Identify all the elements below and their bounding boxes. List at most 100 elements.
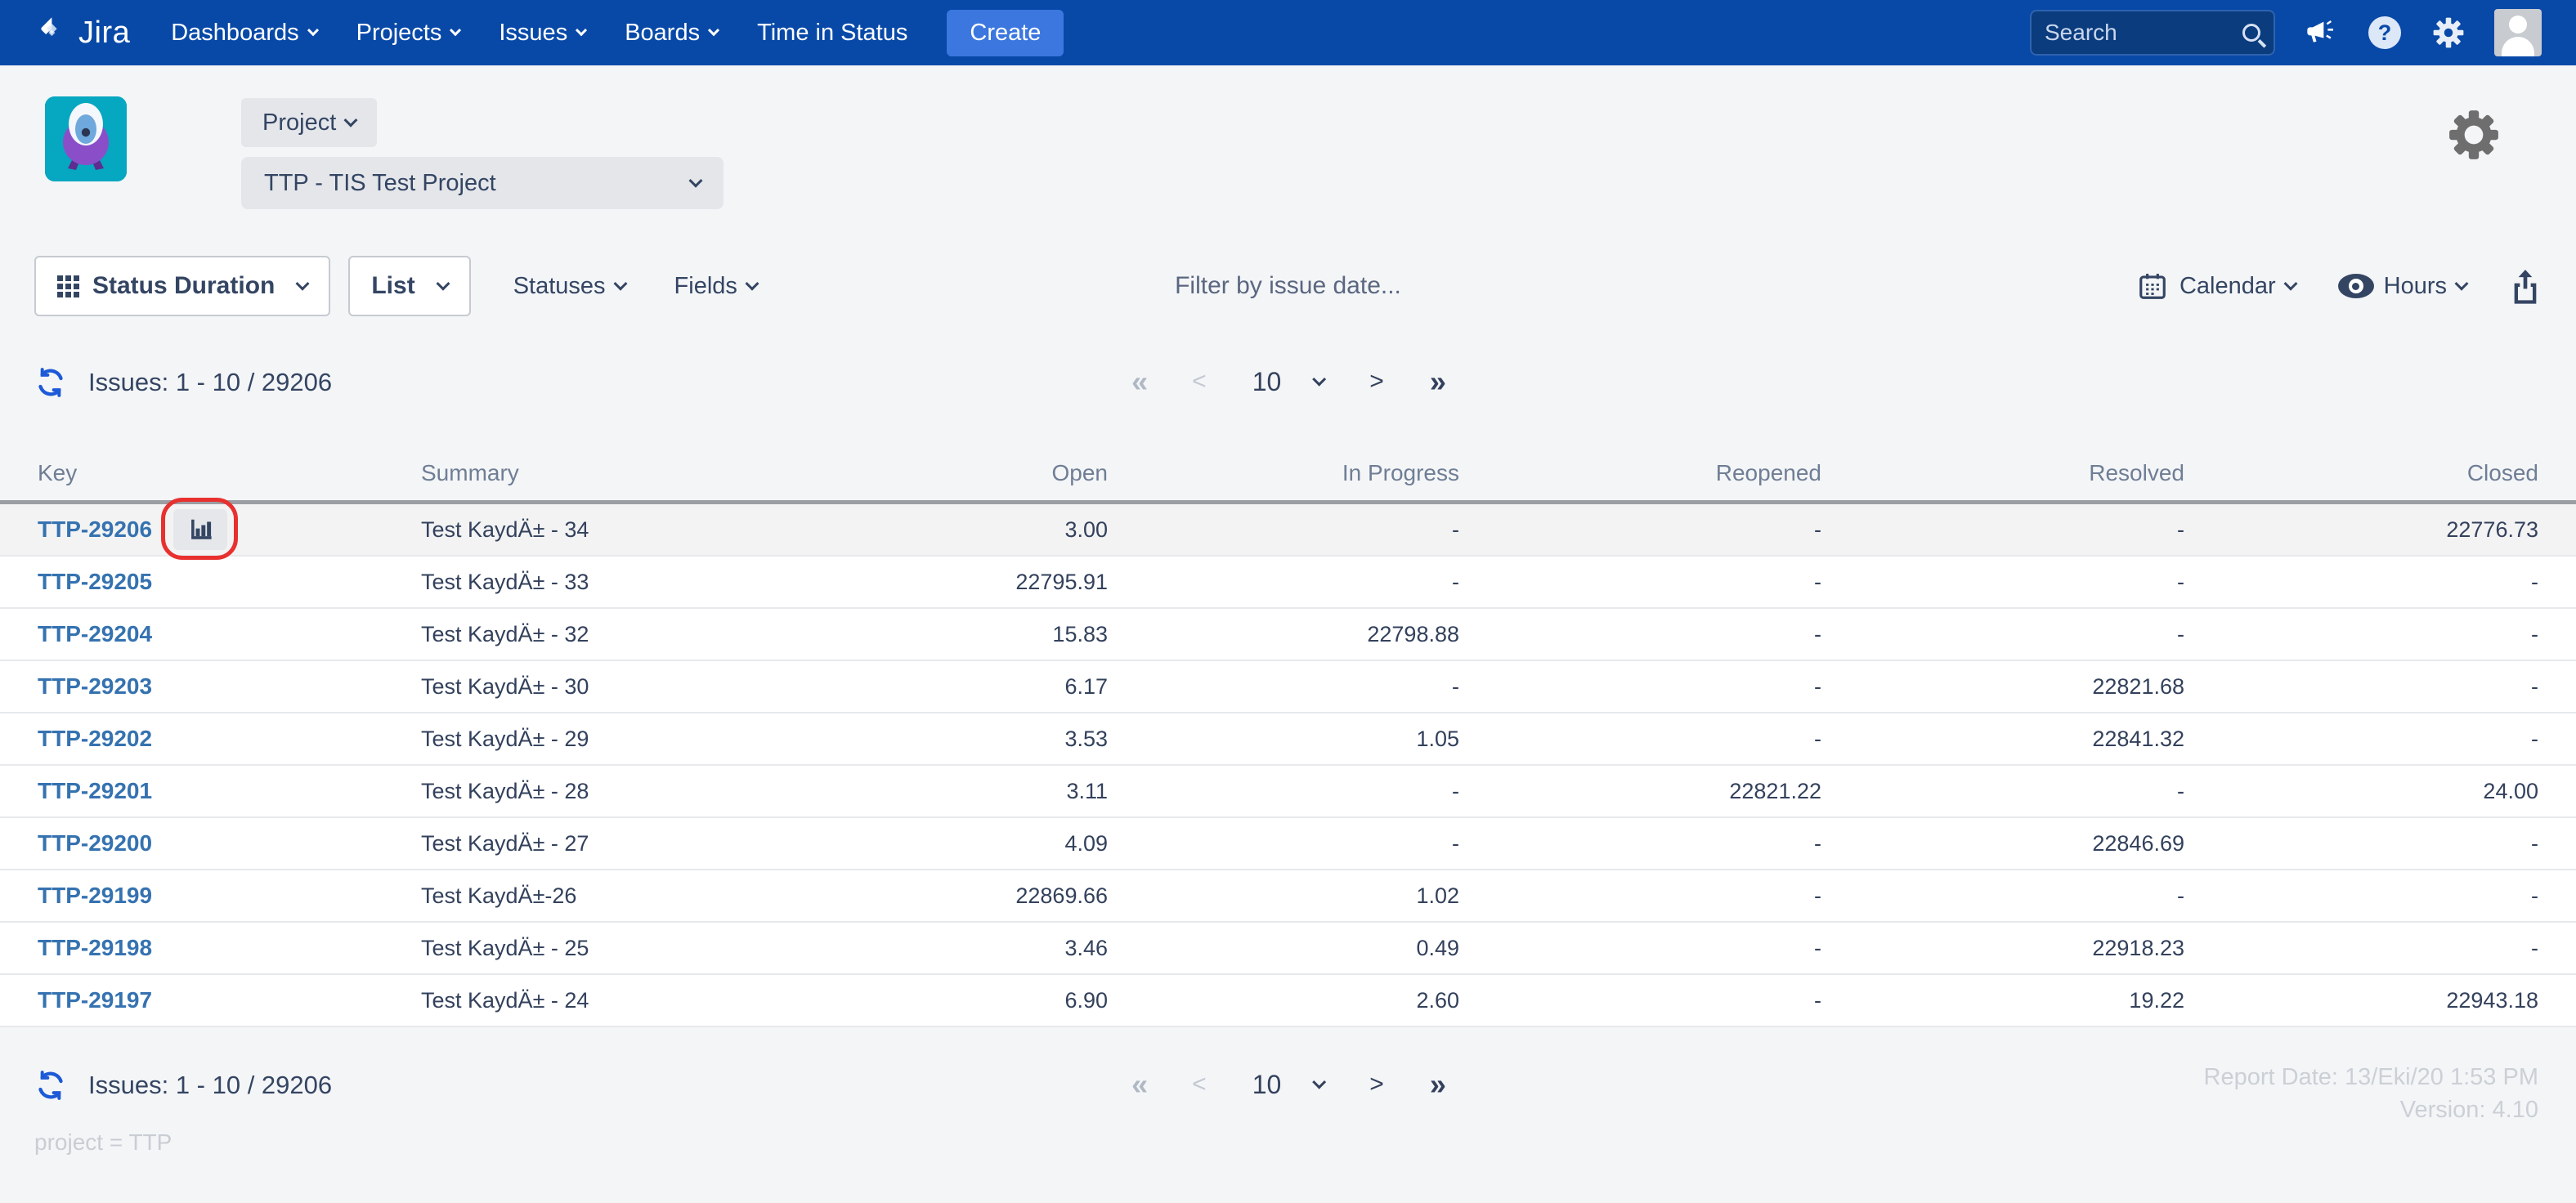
announcement-icon[interactable] <box>2303 15 2339 51</box>
reopened-value: - <box>1814 569 1821 594</box>
chevron-down-icon <box>307 25 319 37</box>
table-row: TTP-29204 Test KaydÄ± - 32 15.83 22798.8… <box>0 609 2576 661</box>
col-key[interactable]: Key <box>38 460 421 486</box>
calendar-dropdown[interactable]: Calendar <box>2137 271 2298 302</box>
in-progress-value: - <box>1452 569 1459 594</box>
next-page-button[interactable]: > <box>1369 1071 1384 1098</box>
results-bar-bottom: Issues: 1 - 10 / 29206 « < 10 > » Report… <box>0 1061 2576 1123</box>
calendar-icon <box>2137 271 2168 302</box>
reopened-value: - <box>1814 830 1821 856</box>
open-value: 6.17 <box>1064 673 1108 699</box>
first-page-button[interactable]: « <box>1131 1067 1148 1102</box>
closed-value: - <box>2531 673 2538 699</box>
export-icon[interactable] <box>2509 268 2542 304</box>
resolved-value: - <box>2177 517 2184 542</box>
reopened-value: - <box>1814 883 1821 908</box>
create-button[interactable]: Create <box>947 9 1064 56</box>
nav-boards[interactable]: Boards <box>625 20 720 47</box>
jira-logo[interactable]: Jira <box>34 14 130 52</box>
resolved-value: - <box>2177 883 2184 908</box>
results-bar-top: Issues: 1 - 10 / 29206 « < 10 > » <box>0 358 2576 415</box>
issue-key-link[interactable]: TTP-29201 <box>38 778 152 804</box>
resolved-value: - <box>2177 778 2184 803</box>
issue-summary: Test KaydÄ± - 30 <box>421 673 589 699</box>
chevron-down-icon <box>745 276 759 291</box>
prev-page-button[interactable]: < <box>1192 1071 1207 1098</box>
col-resolved[interactable]: Resolved <box>1821 460 2184 486</box>
issue-date-filter[interactable]: Filter by issue date... <box>1175 272 1401 300</box>
table-row: TTP-29200 Test KaydÄ± - 27 4.09 - - 2284… <box>0 818 2576 870</box>
table-row: TTP-29203 Test KaydÄ± - 30 6.17 - - 2282… <box>0 661 2576 713</box>
search-box[interactable] <box>2030 10 2275 56</box>
version-label: Version: 4.10 <box>2399 1097 2538 1123</box>
pager-top: « < 10 > » <box>1131 364 1446 399</box>
settings-gear-icon[interactable] <box>2430 15 2466 51</box>
issue-key-link[interactable]: TTP-29204 <box>38 621 152 647</box>
closed-value: - <box>2531 883 2538 908</box>
prev-page-button[interactable]: < <box>1192 368 1207 396</box>
reopened-value: - <box>1814 517 1821 542</box>
chevron-down-icon <box>1311 1075 1326 1089</box>
open-value: 6.90 <box>1064 987 1108 1013</box>
chevron-down-icon <box>450 25 462 37</box>
nav-projects[interactable]: Projects <box>356 20 462 47</box>
resolved-value: 22846.69 <box>2092 830 2184 856</box>
col-closed[interactable]: Closed <box>2184 460 2538 486</box>
in-progress-value: - <box>1452 778 1459 803</box>
open-value: 22795.91 <box>1015 569 1108 594</box>
scope-selector-button[interactable]: Project <box>241 98 378 147</box>
issue-key-link[interactable]: TTP-29198 <box>38 935 152 961</box>
resolved-value: 22918.23 <box>2092 935 2184 960</box>
search-icon[interactable] <box>2242 24 2260 42</box>
brand-text: Jira <box>78 15 131 50</box>
pager-bottom: « < 10 > » <box>1131 1067 1446 1102</box>
open-value: 3.53 <box>1064 726 1108 751</box>
issue-key-link[interactable]: TTP-29197 <box>38 987 152 1013</box>
page-size-dropdown[interactable]: 10 <box>1252 1070 1326 1100</box>
first-page-button[interactable]: « <box>1131 364 1148 399</box>
nav-dashboards[interactable]: Dashboards <box>171 20 319 47</box>
help-icon[interactable]: ? <box>2367 15 2403 51</box>
col-in-progress[interactable]: In Progress <box>1108 460 1459 486</box>
next-page-button[interactable]: > <box>1369 368 1384 396</box>
view-mode-button[interactable]: List <box>348 256 471 316</box>
issue-key-link[interactable]: TTP-29199 <box>38 883 152 909</box>
col-open[interactable]: Open <box>781 460 1109 486</box>
user-avatar[interactable] <box>2494 9 2542 56</box>
search-input[interactable] <box>2045 20 2242 46</box>
last-page-button[interactable]: » <box>1430 364 1446 399</box>
report-settings-gear-icon[interactable] <box>2447 108 2501 166</box>
table-header-row: Key Summary Open In Progress Reopened Re… <box>0 445 2576 504</box>
issue-key-link[interactable]: TTP-29200 <box>38 830 152 856</box>
chevron-down-icon <box>2283 276 2298 291</box>
units-dropdown[interactable]: Hours <box>2337 273 2469 300</box>
issue-key-link[interactable]: TTP-29206 <box>38 517 152 543</box>
issue-key-link[interactable]: TTP-29202 <box>38 726 152 752</box>
project-select[interactable]: TTP - TIS Test Project <box>241 157 724 209</box>
nav-issues[interactable]: Issues <box>499 20 588 47</box>
resolved-value: 19.22 <box>2129 987 2184 1013</box>
closed-value: 24.00 <box>2483 778 2538 803</box>
statuses-dropdown[interactable]: Statuses <box>513 273 628 300</box>
chevron-down-icon <box>295 276 310 291</box>
last-page-button[interactable]: » <box>1430 1067 1446 1102</box>
page-size-dropdown[interactable]: 10 <box>1252 367 1326 397</box>
table-row: TTP-29199 Test KaydÄ±-26 22869.66 1.02 -… <box>0 870 2576 923</box>
fields-dropdown[interactable]: Fields <box>674 273 759 300</box>
col-summary[interactable]: Summary <box>421 460 781 486</box>
issues-count-label: Issues: 1 - 10 / 29206 <box>88 1071 333 1099</box>
reopened-value: - <box>1814 726 1821 751</box>
issue-key-link[interactable]: TTP-29203 <box>38 673 152 700</box>
issue-summary: Test KaydÄ± - 32 <box>421 621 589 646</box>
refresh-icon[interactable] <box>34 1069 67 1102</box>
app-logo-icon <box>45 96 127 181</box>
col-reopened[interactable]: Reopened <box>1459 460 1821 486</box>
in-progress-value: 1.02 <box>1416 883 1459 908</box>
issue-chart-button[interactable] <box>173 509 228 550</box>
reopened-value: - <box>1814 987 1821 1013</box>
closed-value: - <box>2531 621 2538 646</box>
refresh-icon[interactable] <box>34 366 67 399</box>
issue-key-link[interactable]: TTP-29205 <box>38 569 152 595</box>
report-type-button[interactable]: Status Duration <box>34 256 331 316</box>
nav-time-in-status[interactable]: Time in Status <box>757 20 907 47</box>
